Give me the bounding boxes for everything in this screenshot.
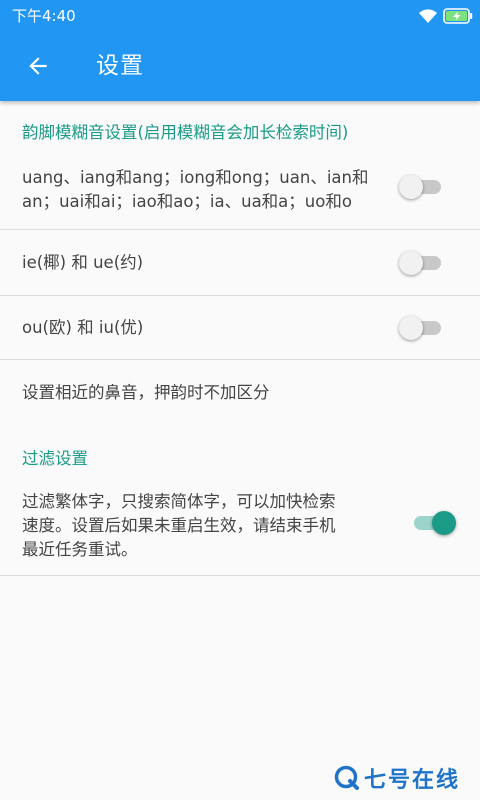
watermark-text: 七号在线 — [364, 768, 461, 793]
setting-label-line1: uang、iang和ang；iong和ong；uan、ian和 — [22, 168, 369, 187]
switch-ou-iu[interactable] — [399, 314, 445, 342]
setting-label-line1: 过滤繁体字，只搜索简体字，可以加快检索 — [22, 492, 336, 511]
setting-label-line3: 最近任务重试。 — [22, 540, 138, 559]
nasal-setting-text: 设置相近的鼻音，押韵时不加区分 — [22, 383, 270, 402]
page-title: 设置 — [96, 53, 144, 79]
status-time: 下午4:40 — [12, 7, 76, 25]
app-bar: 下午4:40 设置 — [0, 0, 480, 101]
switch-uang-iang[interactable] — [399, 173, 445, 201]
switch-thumb — [399, 175, 423, 199]
setting-row-uang-iang[interactable]: uang、iang和ang；iong和ong；uan、ian和 an；uai和a… — [0, 161, 480, 229]
switch-filter-traditional[interactable] — [410, 509, 456, 537]
setting-label-line2: an；uai和ai；iao和ao；ia、ua和a；uo和o — [22, 192, 352, 211]
wifi-icon — [419, 9, 437, 23]
section-header-rhyme: 韵脚模糊音设置(启用模糊音会加长检索时间) — [22, 123, 349, 142]
battery-charging-icon — [443, 8, 473, 24]
switch-thumb — [399, 316, 423, 340]
setting-label: ie(椰) 和 ue(约) — [22, 253, 144, 272]
watermark: 七号在线 — [334, 762, 460, 794]
setting-label: ou(欧) 和 iu(优) — [22, 318, 144, 337]
switch-ie-ue[interactable] — [399, 249, 445, 277]
q-logo-icon — [334, 765, 359, 790]
back-button[interactable] — [14, 44, 62, 88]
setting-label-line2: 速度。设置后如果未重启生效，请结束手机 — [22, 516, 336, 535]
divider — [0, 359, 480, 360]
switch-thumb — [399, 251, 423, 275]
setting-row-ie-ue[interactable]: ie(椰) 和 ue(约) — [0, 230, 480, 295]
divider — [0, 575, 480, 576]
switch-thumb — [432, 511, 456, 535]
arrow-left-icon — [29, 57, 47, 75]
status-bar: 下午4:40 — [0, 0, 480, 32]
setting-row-filter-traditional[interactable]: 过滤繁体字，只搜索简体字，可以加快检索 速度。设置后如果未重启生效，请结束手机 … — [0, 485, 480, 575]
setting-row-ou-iu[interactable]: ou(欧) 和 iu(优) — [0, 296, 480, 359]
section-header-filter: 过滤设置 — [22, 449, 88, 468]
